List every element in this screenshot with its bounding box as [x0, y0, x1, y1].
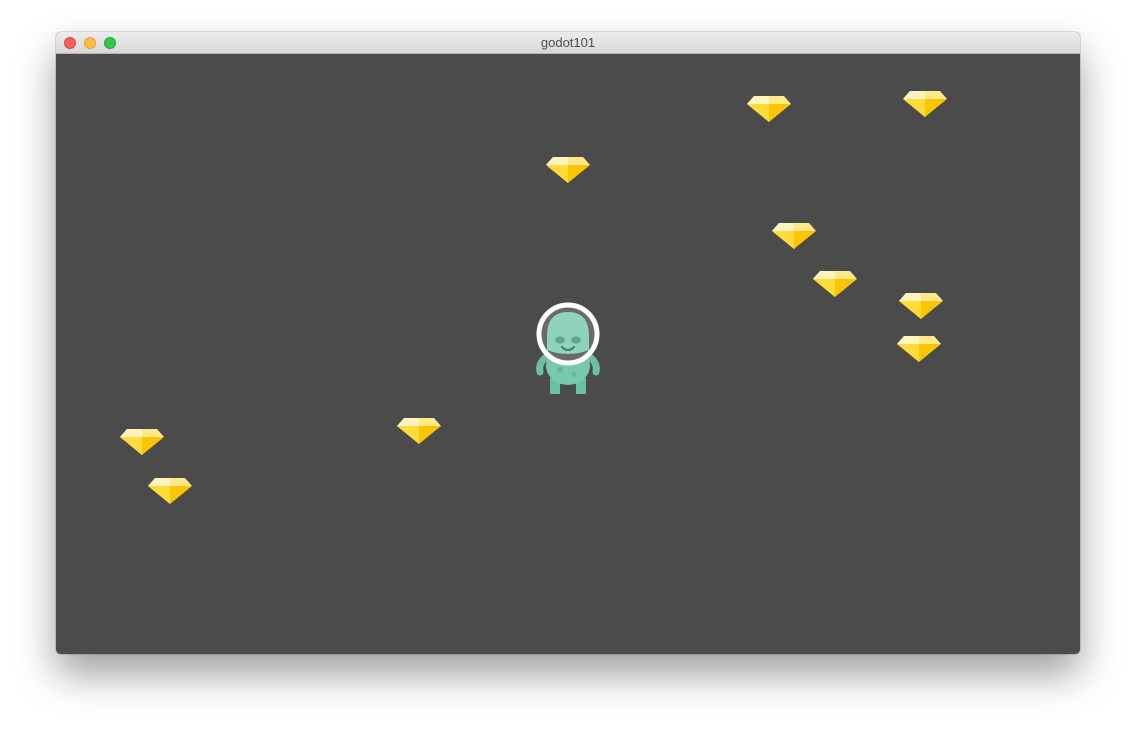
gem: [897, 336, 941, 362]
gem: [397, 418, 441, 444]
gem: [772, 223, 816, 249]
gem: [747, 96, 791, 122]
gem: [148, 478, 192, 504]
gem: [546, 157, 590, 183]
gem: [899, 293, 943, 319]
window-title: godot101: [540, 35, 596, 50]
game-viewport[interactable]: [56, 54, 1080, 654]
player-alien: [536, 302, 600, 394]
gem: [903, 91, 947, 117]
game-window: godot101: [56, 32, 1080, 654]
gem: [120, 429, 164, 455]
gem: [813, 271, 857, 297]
title-bar[interactable]: godot101: [56, 32, 1080, 54]
